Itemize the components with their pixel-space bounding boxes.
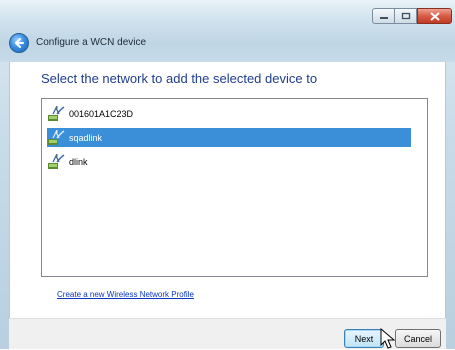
list-item-dlink[interactable]: dlink [47, 152, 411, 171]
cancel-button[interactable]: Cancel [395, 329, 441, 348]
network-name: sqadlink [69, 132, 103, 143]
list-item-sqadlink[interactable]: sqadlink [47, 128, 411, 147]
maximize-icon [401, 12, 410, 20]
close-icon [429, 11, 440, 21]
maximize-button[interactable] [395, 8, 417, 24]
wizard-content: Select the network to add the selected d… [9, 62, 446, 318]
wireless-network-icon [48, 153, 65, 169]
network-name: 001601A1C23D [69, 108, 134, 119]
network-name: dlink [69, 156, 88, 167]
mouse-pointer-icon [380, 328, 396, 349]
window-title: Configure a WCN device [36, 37, 147, 48]
next-button[interactable]: Next [344, 329, 384, 348]
minimize-icon [379, 17, 388, 19]
wireless-network-icon [48, 105, 65, 121]
title-bar: Configure a WCN device [0, 0, 455, 62]
page-heading: Select the network to add the selected d… [41, 71, 318, 86]
wizard-window: Configure a WCN device Select the networ… [0, 0, 455, 349]
close-button[interactable] [417, 8, 452, 24]
back-arrow-icon [15, 38, 24, 48]
back-button[interactable] [9, 33, 29, 53]
minimize-button[interactable] [372, 8, 395, 24]
list-item-001601A1C23D[interactable]: 001601A1C23D [47, 104, 411, 123]
create-profile-link[interactable]: Create a new Wireless Network Profile [57, 290, 194, 299]
network-list[interactable]: 001601A1C23D sqadlink dlink [41, 98, 428, 277]
wireless-network-icon [48, 129, 65, 145]
